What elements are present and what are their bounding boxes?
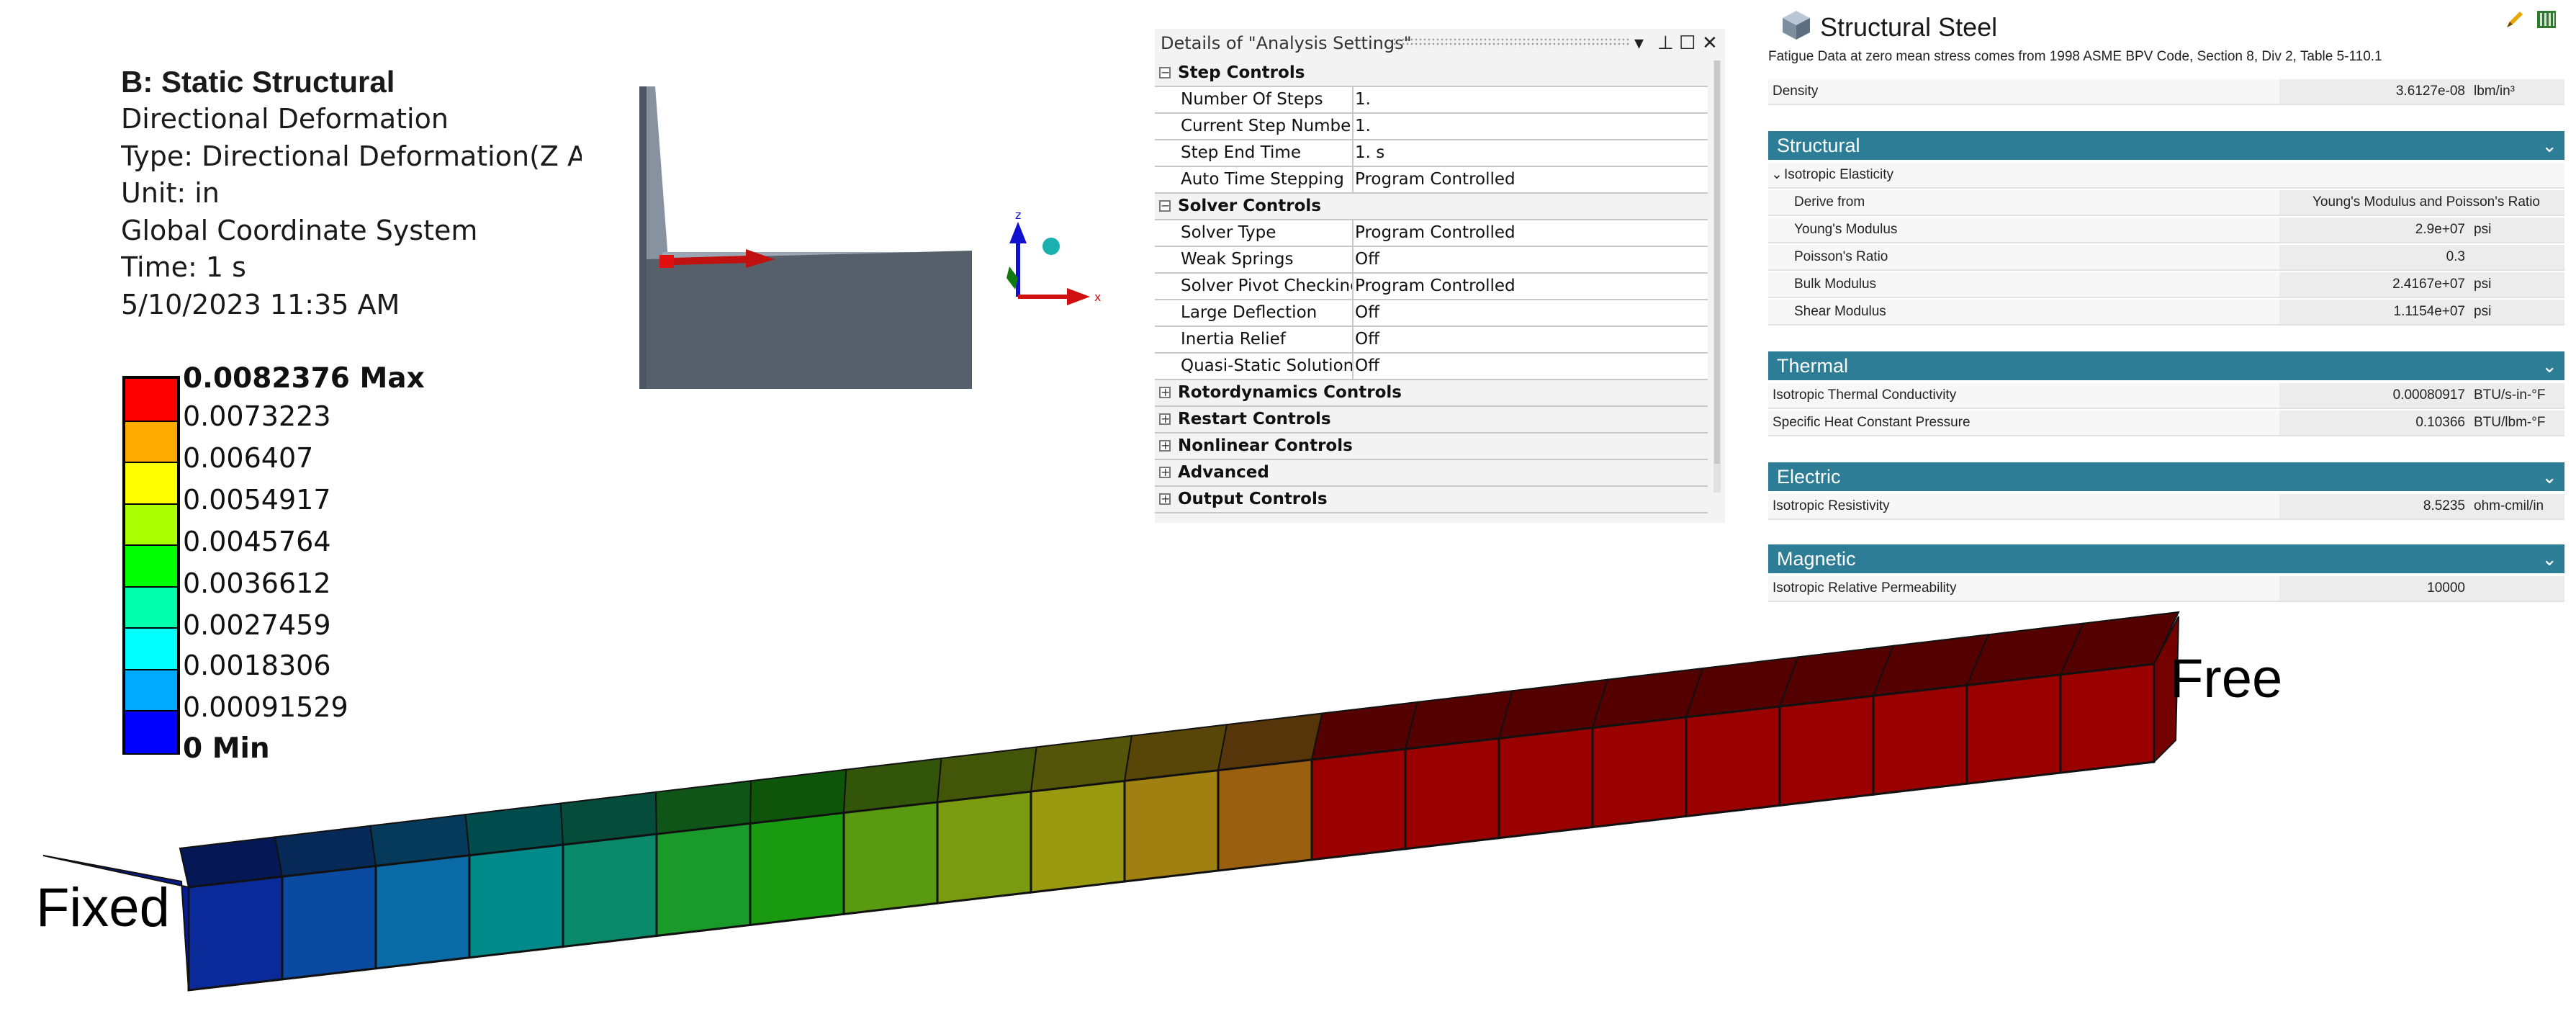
deformed-beam-contour[interactable] [0,0,2576,1019]
beam-front-face-element [1498,726,1594,840]
beam-front-face-element [1591,716,1688,829]
beam-front-face-element [1030,779,1126,894]
beam-front-face-element [1217,758,1313,872]
beam-front-face-element [1778,694,1875,807]
beam-front-face-element [562,832,658,948]
beam-front-face-element [281,864,377,981]
free-end-label: Free [2170,648,2283,709]
beam-front-face-element [749,811,845,927]
beam-front-face-element [374,854,471,970]
beam-front-face-element [468,843,564,959]
beam-front-face-element [1872,683,1968,796]
beam-front-face-element [2059,663,2156,774]
beam-front-face-element [1123,768,1220,883]
beam-front-face-element [187,875,284,992]
beam-front-face-element [936,790,1032,904]
beam-front-face-element [1404,737,1500,850]
fixed-end-label: Fixed [36,877,170,938]
beam-front-face-element [1310,748,1407,861]
beam-front-face-element [842,801,939,916]
beam-front-face-element [1685,705,1781,818]
beam-front-face-element [655,822,752,938]
beam-front-face-element [1965,673,2062,785]
